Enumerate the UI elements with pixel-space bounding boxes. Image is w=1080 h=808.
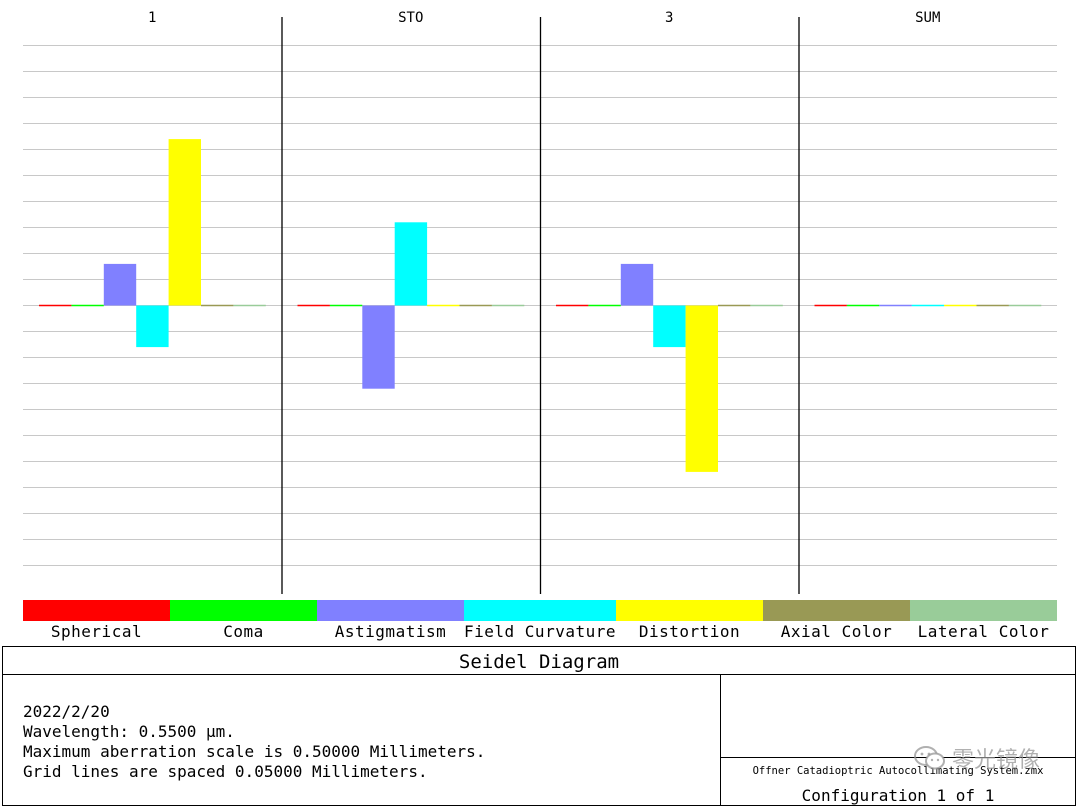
bar-astigmatism xyxy=(103,263,137,306)
legend-label: Coma xyxy=(223,622,264,641)
legend-label: Spherical xyxy=(50,622,143,641)
wechat-icon xyxy=(913,746,945,770)
info-panel: Seidel Diagram 2022/2/20 Wavelength: 0.55… xyxy=(2,646,1076,806)
bar-distortion xyxy=(168,139,201,306)
info-max-scale: Maximum aberration scale is 0.50000 Mill… xyxy=(23,742,486,761)
info-text: 2022/2/20 Wavelength: 0.5500 µm. Maximum a… xyxy=(23,702,485,782)
info-date: 2022/2/20 xyxy=(23,702,110,721)
category-label: 3 xyxy=(665,10,673,26)
legend-label: Distortion xyxy=(638,622,741,641)
bar-astigmatism xyxy=(620,263,654,306)
bar-field-curvature xyxy=(394,222,428,306)
legend-item: Lateral Color xyxy=(910,600,1057,644)
category-label: SUM xyxy=(915,10,940,26)
legend: Spherical Coma Astigmatism Field Curvature D… xyxy=(23,600,1057,644)
legend-swatch xyxy=(317,600,464,621)
legend-swatch xyxy=(464,600,616,621)
legend-swatch xyxy=(616,600,763,621)
seidel-chart: 1 STO 3 SUM xyxy=(23,10,1057,594)
legend-label: Astigmatism xyxy=(334,622,447,641)
info-grid-spacing: Grid lines are spaced 0.05000 Millimeter… xyxy=(23,762,428,781)
watermark-text: 零光镜像 xyxy=(951,748,1040,773)
configuration-label: Configuration 1 of 1 xyxy=(801,786,995,805)
legend-swatch xyxy=(910,600,1057,621)
legend-item: Spherical xyxy=(23,600,170,644)
bar-field-curvature xyxy=(653,305,686,348)
category-label: 1 xyxy=(148,10,156,26)
legend-label: Axial Color xyxy=(780,622,893,641)
legend-item: Field Curvature xyxy=(464,600,616,644)
bar-field-curvature xyxy=(136,305,169,348)
watermark: 零光镜像 xyxy=(913,742,1040,774)
legend-label: Field Curvature xyxy=(464,622,616,641)
legend-swatch xyxy=(23,600,170,621)
legend-item: Axial Color xyxy=(763,600,910,644)
legend-swatch xyxy=(763,600,910,621)
legend-label: Lateral Color xyxy=(917,622,1050,641)
info-right-box: Offner Catadioptric Autocollimating Syst… xyxy=(720,674,1075,805)
legend-item: Distortion xyxy=(616,600,763,644)
info-wavelength: Wavelength: 0.5500 µm. xyxy=(23,722,235,741)
legend-item: Coma xyxy=(170,600,317,644)
chart-title: Seidel Diagram xyxy=(3,647,1075,675)
category-label: STO xyxy=(398,10,423,26)
legend-item: Astigmatism xyxy=(317,600,464,644)
legend-swatch xyxy=(170,600,317,621)
bar-distortion xyxy=(685,305,718,472)
bar-astigmatism xyxy=(362,305,395,389)
